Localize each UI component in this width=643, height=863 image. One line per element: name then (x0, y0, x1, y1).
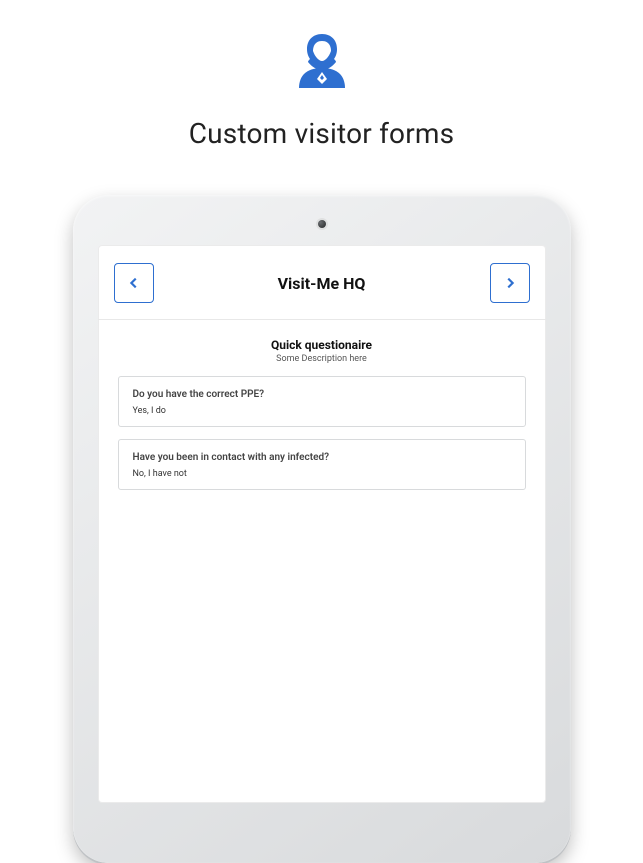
forward-button[interactable] (490, 263, 530, 303)
section-header: Quick questionaire Some Description here (98, 320, 546, 376)
question-text: Have you been in contact with any infect… (133, 452, 511, 463)
app-header: Visit-Me HQ (98, 245, 546, 320)
question-text: Do you have the correct PPE? (133, 389, 511, 400)
section-title: Quick questionaire (98, 338, 546, 352)
question-card[interactable]: Do you have the correct PPE? Yes, I do (118, 376, 526, 427)
chevron-left-icon (127, 276, 141, 290)
tablet-screen: Visit-Me HQ Quick questionaire Some Desc… (98, 245, 546, 803)
answer-text: No, I have not (133, 469, 511, 479)
question-card[interactable]: Have you been in contact with any infect… (118, 439, 526, 490)
hero-title: Custom visitor forms (0, 117, 643, 150)
tablet-frame: Visit-Me HQ Quick questionaire Some Desc… (73, 195, 571, 863)
visitor-icon (292, 30, 352, 102)
section-description: Some Description here (98, 354, 546, 364)
answer-text: Yes, I do (133, 406, 511, 416)
hero: Custom visitor forms (0, 0, 643, 150)
back-button[interactable] (114, 263, 154, 303)
app-title: Visit-Me HQ (278, 274, 366, 293)
chevron-right-icon (503, 276, 517, 290)
tablet-camera (318, 220, 326, 228)
question-list: Do you have the correct PPE? Yes, I do H… (98, 376, 546, 502)
